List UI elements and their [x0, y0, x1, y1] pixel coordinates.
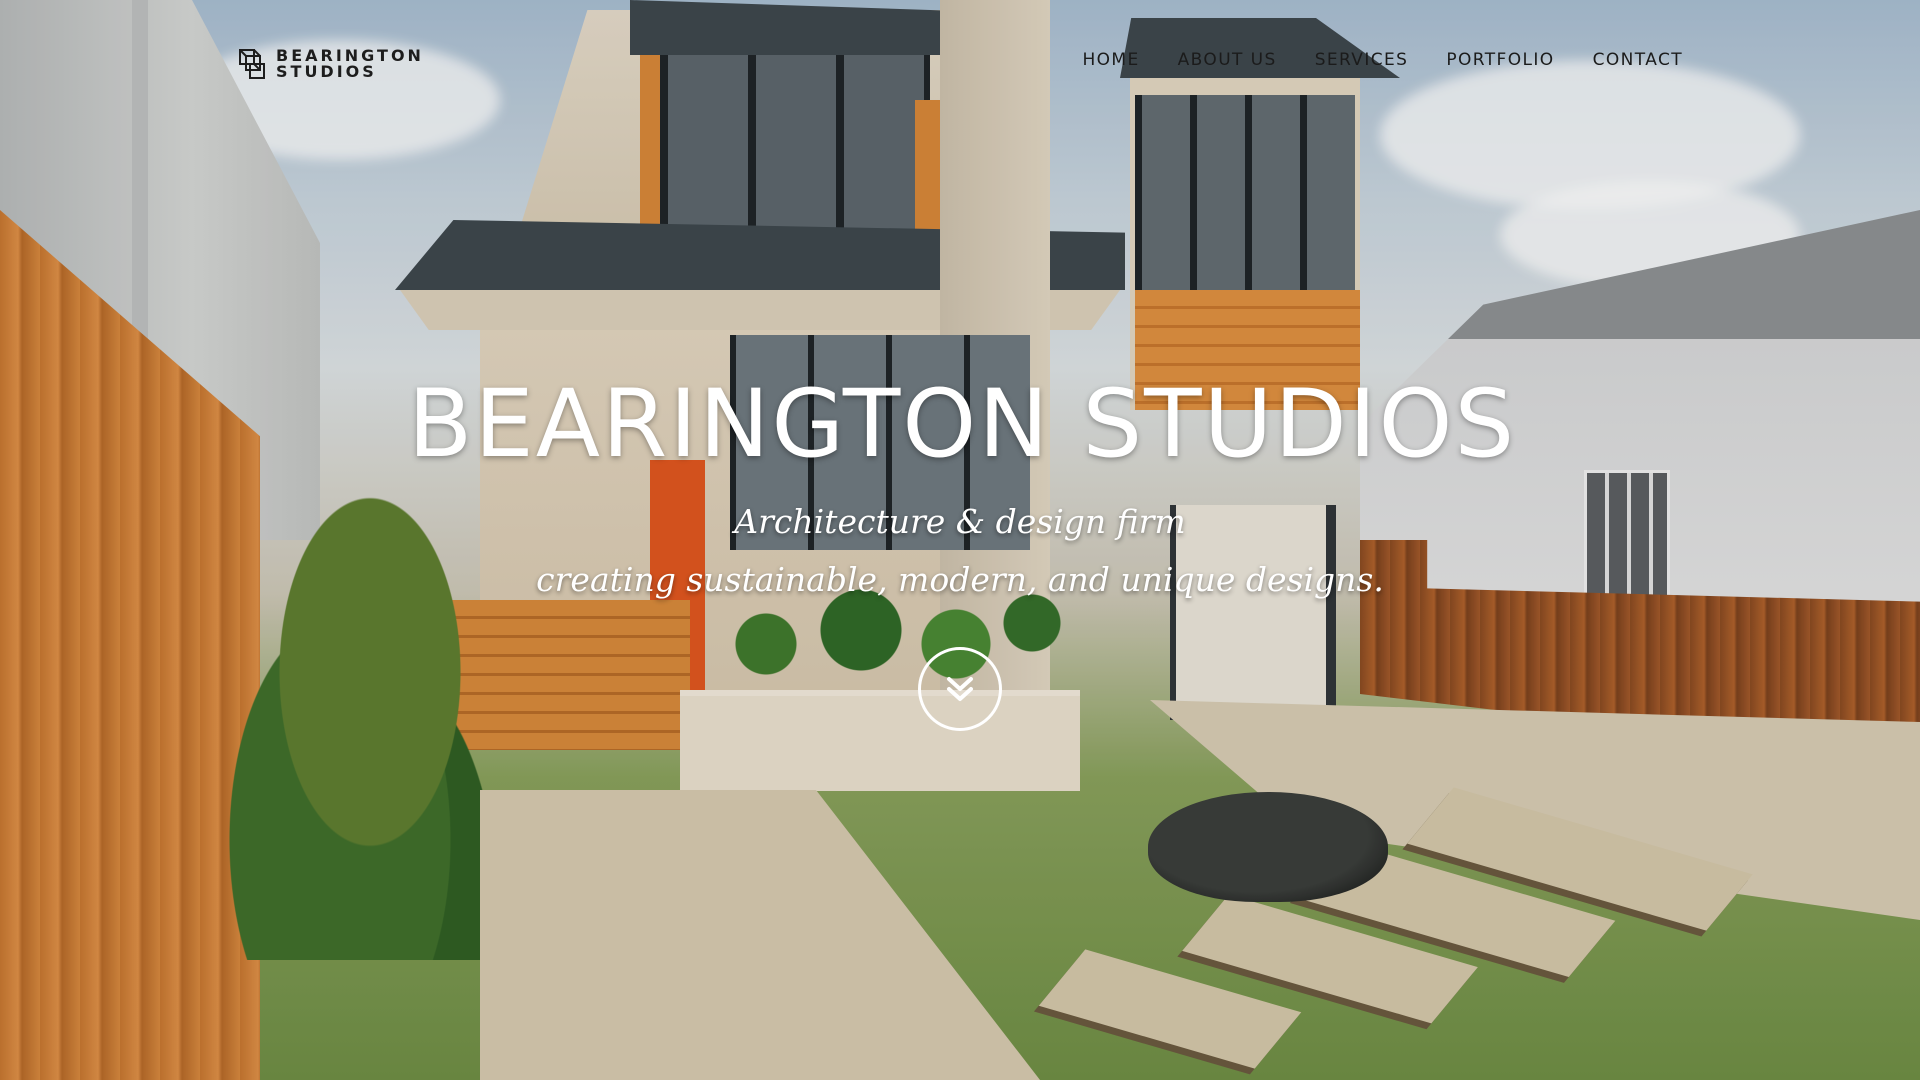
site-logo[interactable]: BEARINGTON STUDIOS [238, 47, 424, 81]
scroll-down-button[interactable] [918, 647, 1002, 731]
hero-subtitle-line-1: Architecture & design firm [734, 502, 1186, 541]
hero-section: BEARINGTON STUDIOS HOME ABOUT US SERVICE… [0, 0, 1920, 1080]
nav-contact[interactable]: CONTACT [1593, 50, 1683, 70]
nav-home[interactable]: HOME [1082, 50, 1139, 70]
main-nav: HOME ABOUT US SERVICES PORTFOLIO CONTACT [1082, 50, 1683, 70]
double-chevron-down-icon [947, 677, 973, 701]
logo-line-2: STUDIOS [276, 62, 377, 81]
nav-services[interactable]: SERVICES [1315, 50, 1409, 70]
cube-logo-icon [239, 49, 265, 79]
hero-subtitle-line-2: creating sustainable, modern, and unique… [536, 560, 1384, 599]
nav-portfolio[interactable]: PORTFOLIO [1446, 50, 1554, 70]
nav-about-us[interactable]: ABOUT US [1178, 50, 1277, 70]
hero-title: BEARINGTON STUDIOS [407, 370, 1517, 479]
logo-wordmark: BEARINGTON STUDIOS [276, 48, 424, 80]
